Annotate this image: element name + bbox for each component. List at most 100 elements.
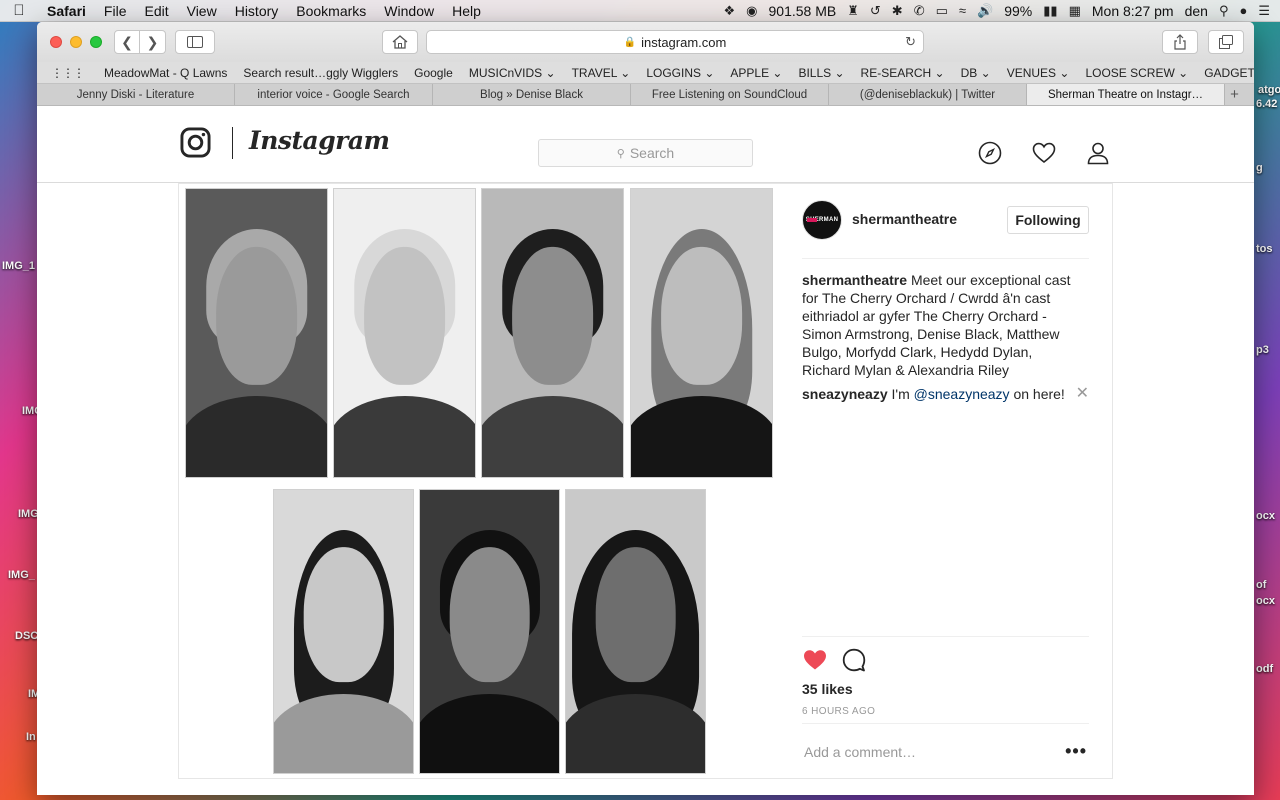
more-options-icon[interactable]: ••• (1065, 741, 1089, 762)
battery-percent[interactable]: 99% (1004, 3, 1032, 19)
spotlight-icon[interactable]: ⚲ (1219, 3, 1229, 19)
clock[interactable]: Mon 8:27 pm (1092, 3, 1174, 19)
likes-count[interactable]: 35 likes (802, 681, 853, 697)
bookmark-folder[interactable]: BILLS ⌄ (790, 66, 852, 80)
instagram-camera-icon[interactable] (180, 127, 211, 158)
following-button[interactable]: Following (1007, 206, 1089, 234)
menu-bookmarks[interactable]: Bookmarks (287, 3, 375, 19)
desktop-icon-label[interactable]: 6.42 (1256, 98, 1277, 110)
minimize-window-button[interactable] (70, 36, 82, 48)
wifi-icon[interactable]: ≈ (959, 3, 966, 18)
comment-username[interactable]: sneazyneazy (802, 386, 888, 402)
desktop-icon-label[interactable]: p3 (1256, 344, 1269, 356)
cast-photo[interactable] (565, 489, 706, 774)
bookmark-item[interactable]: Search result…ggly Wigglers (235, 66, 406, 80)
user-name[interactable]: den (1185, 3, 1208, 19)
notification-center-icon[interactable]: ☰ (1258, 3, 1270, 19)
bluetooth-icon[interactable]: ✱ (892, 3, 903, 19)
sidebar-toggle-button[interactable] (175, 30, 215, 54)
siri-icon[interactable]: ● (1239, 3, 1247, 18)
activity-heart-icon[interactable] (1032, 141, 1056, 165)
reload-icon[interactable]: ↻ (905, 34, 916, 50)
forward-button[interactable]: ❯ (140, 30, 166, 54)
tab[interactable]: Jenny Diski - Literature (37, 84, 235, 105)
cast-photo[interactable] (333, 188, 476, 478)
menu-help[interactable]: Help (443, 3, 490, 19)
phone-icon[interactable]: ✆ (914, 3, 925, 19)
desktop-icon-label[interactable]: IMG_ (8, 569, 35, 581)
desktop-icon-label[interactable]: ocx (1256, 595, 1275, 607)
tab[interactable]: Free Listening on SoundCloud (631, 84, 829, 105)
comment-mention-link[interactable]: @sneazyneazy (914, 386, 1010, 402)
bookmark-item[interactable]: MeadowMat - Q Lawns (96, 66, 235, 80)
home-button[interactable] (382, 30, 418, 54)
logo-divider (232, 127, 233, 159)
desktop-icon-label[interactable]: IMG (18, 508, 39, 520)
menu-history[interactable]: History (226, 3, 288, 19)
close-icon[interactable]: ✕ (1076, 385, 1089, 403)
volume-icon[interactable]: 🔊 (977, 3, 993, 19)
new-tab-button[interactable]: + (1225, 84, 1244, 105)
author-username[interactable]: shermantheatre (852, 211, 957, 227)
memory-gauge-icon[interactable]: ◉ (746, 3, 757, 19)
zoom-window-button[interactable] (90, 36, 102, 48)
instagram-wordmark[interactable]: Instagram (249, 126, 390, 155)
desktop-icon-label[interactable]: ocx (1256, 510, 1275, 522)
cast-photo[interactable] (481, 188, 624, 478)
cast-photo[interactable] (185, 188, 328, 478)
time-machine-icon[interactable]: ↺ (870, 3, 881, 19)
bookmark-folder[interactable]: GADGETS ⌄ (1196, 66, 1254, 80)
bookmark-folder[interactable]: TRAVEL ⌄ (564, 66, 639, 80)
bookmark-folder[interactable]: MUSICnVIDS ⌄ (461, 66, 564, 80)
explore-compass-icon[interactable] (978, 141, 1002, 165)
desktop-icon-label[interactable]: In (26, 731, 36, 743)
bookmark-item[interactable]: Google (406, 66, 461, 80)
desktop-icon-label[interactable]: of (1256, 579, 1266, 591)
apple-icon[interactable]:  (0, 2, 38, 19)
caption-username[interactable]: shermantheatre (802, 272, 907, 288)
menu-view[interactable]: View (178, 3, 226, 19)
comment-bubble-icon[interactable] (842, 648, 866, 672)
tab-active[interactable]: Sherman Theatre on Instagr… (1027, 84, 1225, 105)
show-tabs-button[interactable] (1208, 30, 1244, 54)
search-input[interactable]: ⚲ Search (538, 139, 753, 167)
airplay-icon[interactable]: ▭ (936, 3, 948, 19)
battery-icon[interactable]: ▮▮ (1043, 3, 1057, 19)
menu-file[interactable]: File (95, 3, 136, 19)
tab[interactable]: (@deniseblackuk) | Twitter (829, 84, 1027, 105)
desktop-icon-label[interactable]: IMG_1 (2, 260, 35, 272)
calendar-icon[interactable]: ▦ (1069, 3, 1081, 19)
share-button[interactable] (1162, 30, 1198, 54)
evernote-icon[interactable]: ♜ (847, 3, 859, 19)
back-button[interactable]: ❮ (114, 30, 140, 54)
avatar[interactable]: SHERMAN (802, 200, 842, 240)
bookmark-folder[interactable]: VENUES ⌄ (999, 66, 1078, 80)
menu-app[interactable]: Safari (38, 3, 95, 19)
desktop-icon-label[interactable]: DSC (15, 630, 38, 642)
desktop-icon-label[interactable]: odf (1256, 663, 1273, 675)
address-bar[interactable]: 🔒 instagram.com ↻ (426, 30, 924, 54)
menu-window[interactable]: Window (375, 3, 443, 19)
tab[interactable]: Blog » Denise Black (433, 84, 631, 105)
bookmark-folder[interactable]: LOOSE SCREW ⌄ (1077, 66, 1196, 80)
cast-photo[interactable] (273, 489, 414, 774)
cast-photo[interactable] (419, 489, 560, 774)
bookmark-folder[interactable]: RE-SEARCH ⌄ (853, 66, 953, 80)
tab[interactable]: interior voice - Google Search (235, 84, 433, 105)
cast-photo[interactable] (630, 188, 773, 478)
menu-bar:  Safari File Edit View History Bookmark… (0, 0, 1280, 22)
profile-icon[interactable] (1086, 141, 1110, 165)
menu-edit[interactable]: Edit (135, 3, 177, 19)
add-comment-input[interactable]: Add a comment… ••• (802, 723, 1089, 779)
desktop-icon-label[interactable]: tos (1256, 243, 1273, 255)
memory-readout[interactable]: 901.58 MB (769, 3, 837, 19)
top-sites-grid-icon[interactable]: ⋮⋮⋮ (51, 66, 85, 80)
desktop-icon-label[interactable]: atgo (1258, 84, 1280, 96)
bookmark-folder[interactable]: DB ⌄ (953, 66, 999, 80)
dropbox-icon[interactable]: ❖ (724, 3, 736, 19)
bookmark-folder[interactable]: LOGGINS ⌄ (638, 66, 722, 80)
close-window-button[interactable] (50, 36, 62, 48)
bookmark-folder[interactable]: APPLE ⌄ (722, 66, 790, 80)
desktop-icon-label[interactable]: g (1256, 162, 1263, 174)
like-heart-icon[interactable] (802, 648, 828, 672)
